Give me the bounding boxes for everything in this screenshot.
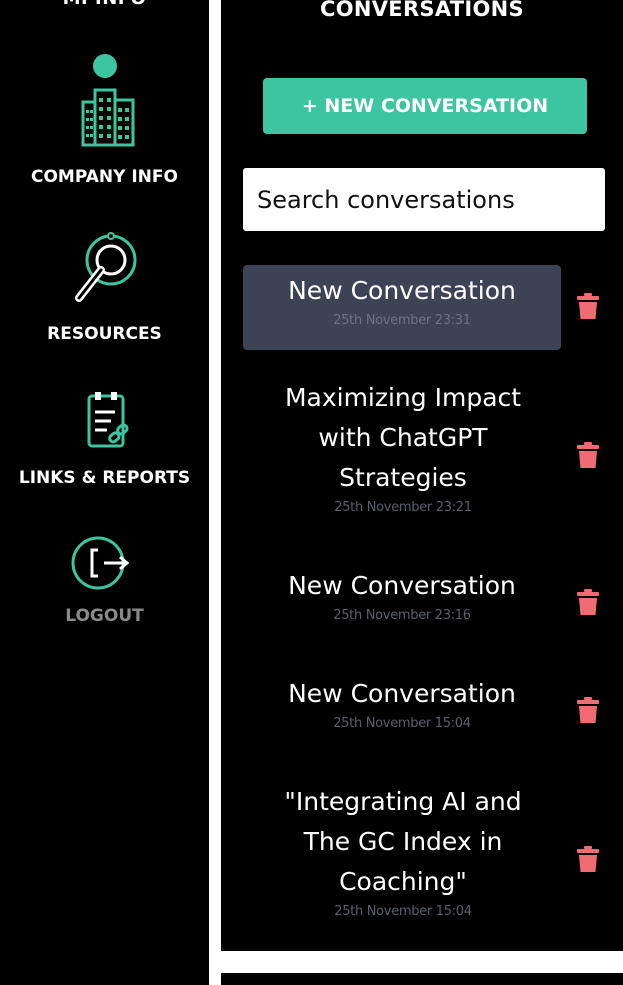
conversation-timestamp: 25th November 23:31 [333,313,471,328]
conversation-timestamp: 25th November 23:16 [333,608,471,623]
clipboard-link-icon [65,388,145,462]
conversation-item[interactable]: "Integrating AI and The GC Index in Coac… [263,782,543,932]
sidebar-item-label: LOGOUT [65,606,144,626]
conversation-title: New Conversation [288,571,516,600]
conversation-title: Maximizing Impact with ChatGPT Strategie… [284,383,522,492]
panel-footer [221,973,623,985]
delete-icon[interactable] [577,442,599,472]
conversation-timestamp: 25th November 15:04 [334,904,472,919]
conversation-title: New Conversation [288,276,516,305]
sidebar-item-links-reports[interactable]: LINKS & REPORTS [0,388,209,498]
conversation-item[interactable]: New Conversation 25th November 23:16 [243,566,561,636]
sidebar-item-logout[interactable]: LOGOUT [0,530,209,640]
logout-icon [60,530,150,600]
sidebar-item-company-info[interactable]: COMPANY INFO [0,50,209,190]
magnifier-icon [65,230,145,314]
conversation-timestamp: 25th November 15:04 [333,716,471,731]
conversation-timestamp: 25th November 23:21 [334,500,472,515]
sidebar-item-label: RESOURCES [47,324,162,344]
sidebar-item-resources[interactable]: RESOURCES [0,230,209,350]
conversations-panel: CONVERSATIONS + NEW CONVERSATION New Con… [221,0,623,951]
delete-icon[interactable] [577,589,599,619]
delete-icon[interactable] [577,697,599,727]
conversation-item[interactable]: New Conversation 25th November 23:31 [243,265,561,350]
conversation-title: New Conversation [288,679,516,708]
search-input[interactable] [243,168,605,231]
delete-icon[interactable] [577,293,599,323]
sidebar-item-label[interactable]: MI INFO [0,0,209,9]
sidebar-item-label: LINKS & REPORTS [18,468,191,488]
sidebar-nav: MI INFO [0,0,209,985]
conversation-item[interactable]: Maximizing Impact with ChatGPT Strategie… [263,378,543,528]
new-conversation-button[interactable]: + NEW CONVERSATION [263,78,587,134]
delete-icon[interactable] [577,846,599,876]
conversation-item[interactable]: New Conversation 25th November 15:04 [243,674,561,744]
sidebar-item-label: COMPANY INFO [31,167,178,187]
panel-title: CONVERSATIONS [320,0,524,21]
conversation-title: "Integrating AI and The GC Index in Coac… [284,787,522,896]
building-icon [65,50,145,154]
